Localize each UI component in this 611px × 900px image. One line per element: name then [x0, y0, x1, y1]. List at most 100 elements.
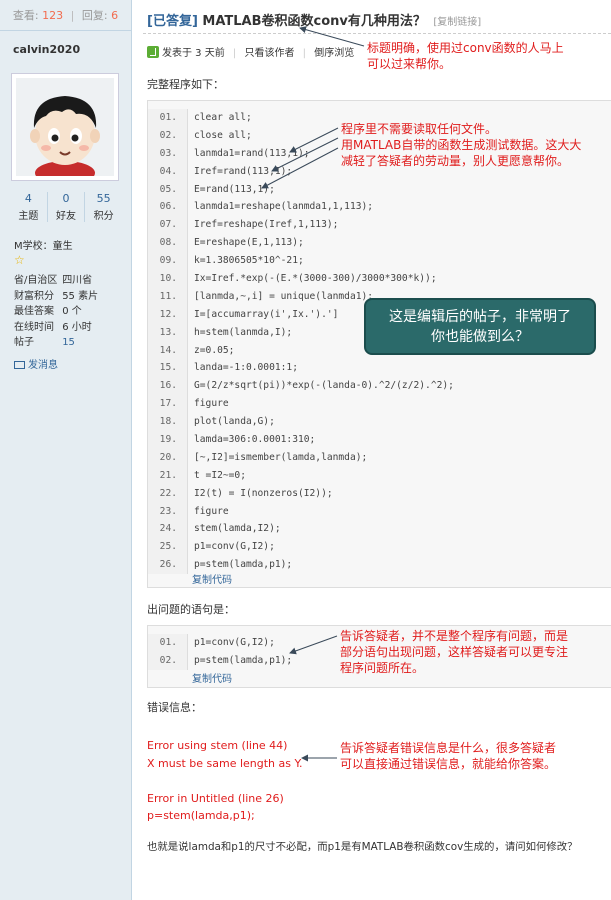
- profile-key: 帖子: [14, 337, 34, 348]
- views-count: 123: [42, 9, 64, 22]
- code-line: 19. lamda=306:0.0001:310;: [148, 431, 611, 449]
- profile-value: 0 个: [62, 306, 82, 317]
- profile-row: 帖子 15: [14, 335, 98, 351]
- line-number: 17.: [148, 395, 188, 414]
- profile-key: 财富积分: [14, 290, 54, 302]
- code-line: 22. I2(t) = I(nonzeros(I2));: [148, 484, 611, 503]
- code-text: stem(lamda,I2);: [194, 523, 281, 535]
- meta-divider: |: [232, 48, 237, 59]
- profile-value: 6 小时: [62, 321, 92, 333]
- error-line: p=stem(lamda,p1);: [147, 809, 255, 822]
- annotation-title: 标题明确，使用过conv函数的人马上 可以过来帮你。: [367, 40, 564, 72]
- stat-points[interactable]: 55 积分: [84, 192, 122, 222]
- code-text: k=1.3806505*10^-21;: [194, 255, 304, 267]
- line-number: 12.: [148, 305, 188, 324]
- code-text: lamda=306:0.0001:310;: [194, 434, 316, 446]
- stats-divider: |: [70, 9, 75, 22]
- line-number: 09.: [148, 252, 188, 271]
- stat-label: 主题: [18, 211, 39, 222]
- profile-info: 省/自治区 四川省 财富积分 55 素片 最佳答案 0 个 在线时间 6 小时 …: [14, 273, 98, 351]
- line-number: 21.: [148, 466, 188, 485]
- code-text: h=stem(lanmda,I);: [194, 326, 293, 338]
- user-rank: M学校：童生: [14, 241, 73, 252]
- code-text: E=reshape(E,1,113);: [194, 237, 304, 249]
- line-number: 19.: [148, 431, 188, 449]
- only-author-link[interactable]: 只看该作者: [244, 48, 294, 59]
- code-text: plot(landa,G);: [194, 416, 275, 428]
- stat-value: 4: [24, 192, 32, 205]
- code-line: 09. k=1.3806505*10^-21;: [148, 252, 611, 271]
- code-line: 08. E=reshape(E,1,113);: [148, 234, 611, 253]
- copy-code-button[interactable]: 复制代码: [192, 571, 232, 586]
- answered-tag[interactable]: [已答复]: [147, 14, 198, 29]
- line-number: 01.: [148, 634, 188, 652]
- annotation-line: 告诉答疑者，并不是整个程序有问题，而是: [340, 629, 569, 643]
- code-line: 25. p1=conv(G,I2);: [148, 538, 611, 557]
- line-number: 24.: [148, 520, 188, 539]
- code-text: Iref=reshape(Iref,1,113);: [194, 219, 339, 231]
- posted-time: 发表于 3 天前: [162, 48, 225, 59]
- code-line: 05. E=rand(113,1);: [148, 180, 611, 199]
- stat-topics[interactable]: 4 主题: [10, 192, 47, 222]
- line-number: 22.: [148, 484, 188, 503]
- code-line: 24. stem(lamda,I2);: [148, 520, 611, 539]
- post-meta: 发表于 3 天前 | 只看该作者 | 倒序浏览: [147, 44, 354, 59]
- error-line: X must be same length as Y.: [147, 756, 303, 770]
- line-number: 26.: [148, 556, 188, 575]
- code-line: 20. [~,I2]=ismember(lamda,lanmda);: [148, 448, 611, 467]
- send-message-link[interactable]: 发消息: [14, 356, 58, 371]
- line-number: 25.: [148, 538, 188, 557]
- line-number: 11.: [148, 287, 188, 306]
- line-number: 14.: [148, 341, 188, 360]
- annotation-line: 告诉答疑者错误信息是什么，很多答疑者: [340, 741, 557, 755]
- profile-key: 最佳答案: [14, 306, 54, 317]
- page-title: MATLAB卷积函数conv有几种用法？: [197, 14, 426, 29]
- posts-count-link[interactable]: 15: [62, 337, 75, 348]
- line-number: 03.: [148, 144, 188, 163]
- replies-count: 6: [111, 9, 119, 22]
- user-sidebar: 查看: 123 | 回复: 6 calvin2020 4 主题 0 好友 55 …: [0, 0, 132, 900]
- code-line: 23. figure: [148, 502, 611, 521]
- code-line: 15. landa=-1:0.0001:1;: [148, 359, 611, 378]
- annotation-line: 减轻了答疑者的劳动量，别人更愿意帮你。: [341, 154, 570, 168]
- line-number: 10.: [148, 270, 188, 288]
- line-number: 23.: [148, 502, 188, 521]
- profile-row: 在线时间 6 小时: [14, 320, 98, 336]
- copy-code-button[interactable]: 复制代码: [192, 670, 232, 685]
- code-text: landa=-1:0.0001:1;: [194, 362, 298, 374]
- stat-friends[interactable]: 0 好友: [46, 192, 85, 222]
- edited-post-callout: 这是编辑后的帖子，非常明了 你也能做到么？: [364, 298, 596, 355]
- copy-link-button[interactable]: [复制链接]: [433, 17, 481, 28]
- code-text: z=0.05;: [194, 344, 235, 356]
- online-status-icon: [147, 46, 159, 58]
- annotation-line: 部分语句出现问题，这样答疑者可以更专注: [340, 645, 569, 659]
- code-text: figure: [194, 398, 229, 410]
- thread-stats: 查看: 123 | 回复: 6: [0, 0, 131, 31]
- error-line: Error using stem (line 44): [147, 739, 288, 752]
- line-number: 05.: [148, 180, 188, 199]
- code-text: lanmda1=reshape(lanmda1,1,113);: [194, 201, 374, 213]
- code-text: lanmda1=rand(113,1);: [194, 147, 310, 159]
- divider: [143, 33, 611, 34]
- line-number: 06.: [148, 198, 188, 217]
- star-icon: ☆: [14, 253, 25, 267]
- code-text: clear all;: [194, 112, 252, 123]
- user-stats: 4 主题 0 好友 55 积分: [10, 192, 122, 222]
- avatar[interactable]: [11, 73, 119, 181]
- code-text: p=stem(lamda,p1);: [194, 559, 293, 571]
- callout-line: 你也能做到么？: [431, 329, 529, 345]
- error-line: Error in Untitled (line 26): [147, 791, 284, 805]
- line-number: 20.: [148, 448, 188, 467]
- callout-line: 这是编辑后的帖子，非常明了: [389, 309, 571, 325]
- profile-row: 省/自治区 四川省: [14, 273, 98, 289]
- code-text: [lanmda,~,i] = unique(lanmda1);: [194, 290, 374, 302]
- annotation-data: 程序里不需要读取任何文件。 用MATLAB自带的函数生成测试数据。这大大 减轻了…: [341, 121, 581, 169]
- stat-value: 0: [62, 192, 70, 205]
- profile-row: 财富积分 55 素片: [14, 289, 98, 305]
- code-line: 18. plot(landa,G);: [148, 413, 611, 432]
- code-text: p1=conv(G,I2);: [194, 541, 275, 553]
- code-text: Iref=rand(113,1);: [194, 165, 293, 177]
- author-name[interactable]: calvin2020: [13, 43, 80, 56]
- reverse-order-link[interactable]: 倒序浏览: [314, 48, 354, 59]
- annotation-line: 用MATLAB自带的函数生成测试数据。这大大: [341, 138, 582, 152]
